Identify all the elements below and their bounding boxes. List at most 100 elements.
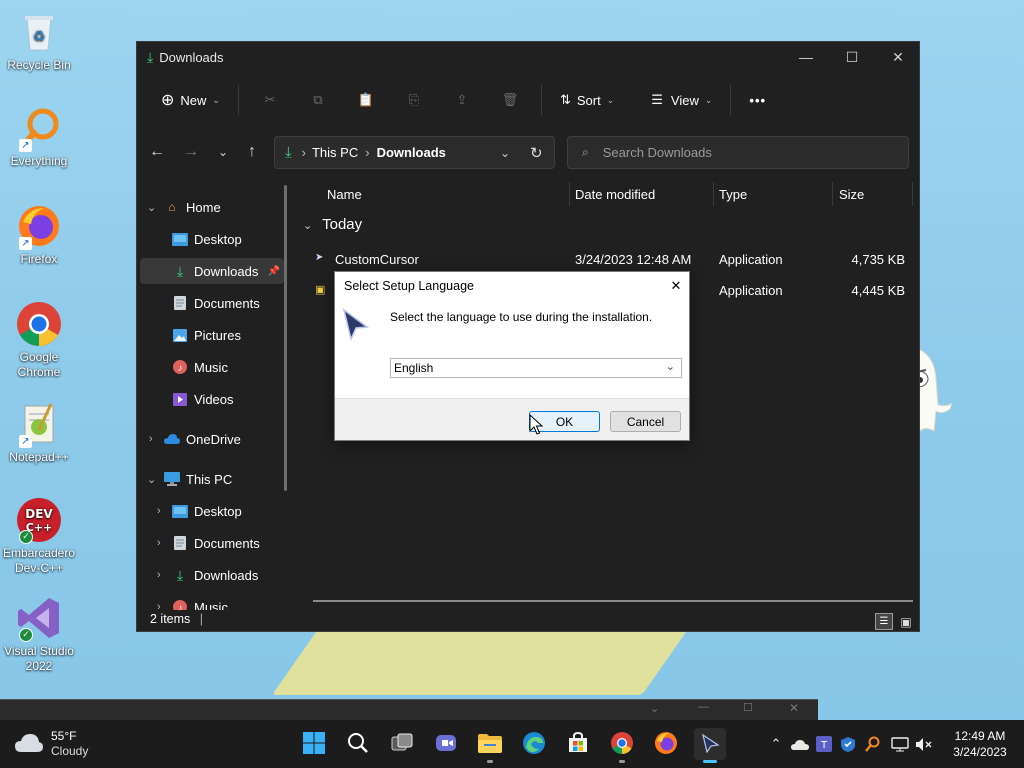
desktop-icon-label: Google Chrome — [17, 350, 61, 379]
sort-button[interactable]: ⇅ Sort ⌄ — [550, 83, 624, 117]
share-button[interactable]: ⇪ — [439, 83, 485, 117]
start-button[interactable] — [298, 728, 330, 760]
shortcut-arrow-icon: ↗ — [19, 139, 32, 152]
desktop-icon-everything[interactable]: ↗ Everything — [2, 104, 76, 169]
rename-button[interactable]: ⎘ — [391, 83, 437, 117]
teams-tray-icon[interactable]: T — [814, 734, 834, 754]
volume-muted-icon[interactable] — [914, 734, 934, 754]
downloads-icon: ⤓ — [176, 262, 184, 279]
cancel-button[interactable]: Cancel — [610, 411, 681, 432]
breadcrumb-separator-icon: › — [365, 145, 370, 160]
videos-icon — [172, 392, 188, 406]
toolbar-divider — [540, 85, 542, 115]
onedrive-tray-icon[interactable] — [790, 734, 810, 754]
breadcrumb-downloads[interactable]: Downloads — [377, 145, 446, 160]
file-row[interactable]: ➤ CustomCursor 3/24/2023 12:48 AM Applic… — [303, 246, 911, 274]
view-button[interactable]: ☰ View ⌄ — [641, 83, 722, 117]
teams-chat-button[interactable] — [430, 728, 462, 760]
paste-button[interactable]: 📋 — [343, 83, 389, 117]
details-view-button[interactable]: ☰ — [875, 613, 893, 630]
chevron-down-icon[interactable]: ⌄ — [147, 473, 156, 486]
minimize-button[interactable]: — — [783, 42, 829, 72]
sidebar-item-this-pc[interactable]: This PC — [164, 466, 287, 492]
show-hidden-icons-button[interactable]: ⌃ — [766, 734, 786, 754]
sidebar-item-desktop[interactable]: Desktop 📌 — [172, 226, 287, 252]
setup-taskbar-button[interactable] — [694, 728, 726, 763]
column-header-size[interactable]: Size — [839, 187, 864, 202]
recent-locations-button[interactable]: ⌄ — [209, 138, 237, 166]
horizontal-scrollbar[interactable] — [313, 600, 913, 602]
dialog-close-button[interactable]: ✕ — [665, 276, 687, 296]
security-tray-icon[interactable] — [838, 734, 858, 754]
file-explorer-taskbar-button[interactable] — [474, 728, 506, 763]
chevron-right-icon[interactable]: › — [157, 569, 161, 581]
chevron-right-icon[interactable]: › — [157, 601, 161, 610]
desktop-icon-devcpp[interactable]: DEV C++ ✓ Embarcadero Dev-C++ — [2, 496, 76, 576]
chevron-down-icon: ⌄ — [665, 361, 675, 373]
microsoft-store-button[interactable] — [562, 728, 594, 760]
breadcrumb-this-pc[interactable]: This PC — [312, 145, 358, 160]
desktop-icon-notepadpp[interactable]: ↗ Notepad++ — [2, 400, 76, 465]
sidebar-item-pc-music[interactable]: ♪ Music — [172, 594, 287, 610]
copy-button[interactable]: ⧉ — [295, 83, 341, 117]
maximize-button[interactable]: ☐ — [829, 42, 875, 72]
sidebar-item-documents[interactable]: Documents 📌 — [172, 290, 287, 316]
address-dropdown-icon[interactable]: ⌄ — [500, 146, 510, 160]
sidebar-item-home[interactable]: ⌂ Home — [164, 194, 287, 220]
sidebar-item-pictures[interactable]: Pictures 📌 — [172, 322, 287, 348]
arrow-left-icon: ← — [149, 143, 165, 160]
cut-button[interactable]: ✂ — [247, 83, 293, 117]
refresh-icon[interactable]: ↻ — [530, 144, 543, 162]
weather-condition: Cloudy — [51, 744, 89, 758]
language-select[interactable]: English ⌄ — [390, 358, 682, 378]
weather-widget[interactable]: 55°F Cloudy — [14, 727, 88, 761]
sidebar-item-pc-desktop[interactable]: Desktop — [172, 498, 287, 524]
sidebar-item-onedrive[interactable]: OneDrive — [164, 426, 287, 452]
chevron-right-icon[interactable]: › — [149, 433, 153, 445]
toolbar-divider — [730, 85, 732, 115]
desktop-icon-chrome[interactable]: Google Chrome — [2, 300, 76, 380]
column-header-type[interactable]: Type — [719, 187, 747, 202]
sidebar-scrollbar[interactable] — [284, 185, 287, 491]
new-button[interactable]: ⊕ New ⌄ — [151, 83, 230, 117]
file-date: 3/24/2023 12:48 AM — [575, 252, 692, 267]
chevron-right-icon[interactable]: › — [157, 505, 161, 517]
sidebar-item-music[interactable]: ♪ Music — [172, 354, 287, 380]
search-button[interactable] — [342, 728, 374, 760]
network-icon[interactable] — [890, 734, 910, 754]
search-input[interactable]: ⌕ Search Downloads — [567, 136, 909, 169]
chrome-taskbar-button[interactable] — [606, 728, 638, 763]
delete-button[interactable]: 🗑 — [487, 83, 533, 117]
clock[interactable]: 12:49 AM 3/24/2023 — [940, 728, 1020, 760]
navigation-pane: ⌄ ⌂ Home Desktop 📌 ⤓ Downloads 📌 Documen… — [137, 182, 287, 610]
background-window[interactable]: ⌄ — ☐ ✕ — [0, 699, 818, 720]
firefox-taskbar-button[interactable] — [650, 728, 682, 760]
active-indicator — [703, 760, 717, 763]
column-header-date[interactable]: Date modified — [575, 187, 655, 202]
pin-icon: 📌 — [267, 265, 280, 277]
desktop-icon-recycle-bin[interactable]: ♻ Recycle Bin — [2, 8, 76, 73]
address-bar[interactable]: ⤓ › This PC › Downloads ⌄ ↻ — [274, 136, 555, 169]
sidebar-item-label: Documents — [194, 295, 260, 311]
desktop-icon-visual-studio[interactable]: ✓ Visual Studio 2022 — [2, 594, 76, 674]
tiles-view-button[interactable]: ▣ — [897, 613, 915, 630]
forward-button[interactable]: → — [177, 138, 205, 166]
arrow-right-icon: → — [183, 143, 199, 160]
back-button[interactable]: ← — [143, 138, 171, 166]
sidebar-item-downloads[interactable]: ⤓ Downloads 📌 — [140, 258, 284, 284]
chevron-down-icon[interactable]: ⌄ — [147, 201, 156, 214]
file-name: CustomCursor — [335, 252, 419, 267]
up-button[interactable]: ↑ — [238, 138, 266, 166]
more-options-button[interactable]: ••• — [739, 83, 776, 117]
sidebar-item-pc-downloads[interactable]: ⤓ Downloads — [172, 562, 287, 588]
group-header-today[interactable]: ⌄ Today — [303, 216, 362, 233]
sidebar-item-videos[interactable]: Videos — [172, 386, 287, 412]
chevron-right-icon[interactable]: › — [157, 537, 161, 549]
close-window-button[interactable]: ✕ — [875, 42, 921, 72]
task-view-button[interactable] — [386, 728, 418, 760]
desktop-icon-firefox[interactable]: ↗ Firefox — [2, 202, 76, 267]
sidebar-item-pc-documents[interactable]: Documents — [172, 530, 287, 556]
column-header-name[interactable]: Name — [327, 187, 362, 202]
everything-tray-icon[interactable] — [862, 734, 882, 754]
edge-button[interactable] — [518, 728, 550, 760]
